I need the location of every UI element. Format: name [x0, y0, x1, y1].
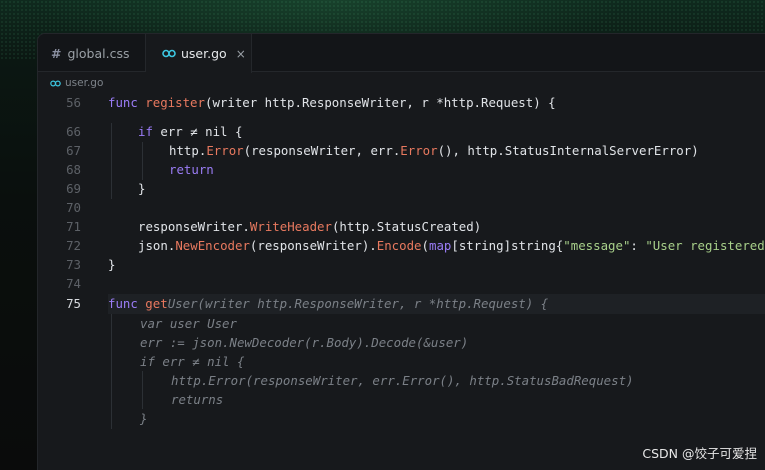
hash-icon: # [51, 45, 62, 61]
function-name: Error [400, 143, 438, 158]
watermark: CSDN @饺子可爱捏 [642, 446, 757, 461]
ai-suggestion-line: var user User [140, 316, 237, 331]
code-text: [string]string{ [451, 238, 564, 253]
line-number: 56 [66, 95, 81, 110]
code-line-68[interactable]: return [169, 160, 214, 179]
code-text: (responseWriter). [249, 238, 377, 253]
code-line-56[interactable]: func register(writer http.ResponseWriter… [108, 93, 556, 112]
line-number: 69 [66, 181, 81, 196]
code-text: (responseWriter, err. [243, 143, 401, 158]
line-number: 73 [66, 257, 81, 272]
ai-suggestion-text: User(writer http.ResponseWriter, r *http… [167, 296, 549, 311]
indent-guide [111, 123, 112, 199]
line-number: 68 [66, 162, 81, 177]
indent-guide [142, 371, 143, 409]
code-text: : [630, 238, 646, 253]
line-number: 67 [66, 143, 81, 158]
code-line-72[interactable]: json.NewEncoder(responseWriter).Encode(m… [138, 236, 765, 255]
line-number: 72 [66, 238, 81, 253]
code-line-69[interactable]: } [138, 179, 145, 198]
keyword: map [428, 238, 452, 253]
code-text: (), http.StatusInternalServerError) [437, 143, 699, 158]
tab-user-go[interactable]: user.go × [146, 34, 252, 73]
indent-guide [142, 142, 143, 180]
function-name: Encode [376, 238, 422, 253]
code-line-66[interactable]: if err ≠ nil { [138, 122, 242, 141]
go-file-icon [50, 80, 61, 87]
close-icon[interactable]: × [236, 47, 246, 61]
function-name: Error [206, 143, 244, 158]
code-text: json. [138, 238, 176, 253]
code-text: err ≠ nil { [152, 124, 243, 139]
keyword: return [169, 162, 214, 177]
line-number: 71 [66, 219, 81, 234]
string-literal: "User registered [645, 238, 765, 253]
tab-label: global.css [67, 45, 130, 61]
code-text: responseWriter. [138, 219, 250, 234]
code-line-71[interactable]: responseWriter.WriteHeader(http.StatusCr… [138, 217, 481, 236]
function-name: WriteHeader [249, 219, 332, 234]
code-line-73[interactable]: } [108, 255, 115, 274]
line-number: 74 [66, 276, 81, 291]
ai-suggestion-line: http.Error(responseWriter, err.Error(), … [171, 373, 634, 388]
breadcrumb-label: user.go [65, 77, 104, 89]
code-text: http. [169, 143, 207, 158]
tab-bar: # global.css user.go × [38, 34, 765, 73]
code-line-67[interactable]: http.Error(responseWriter, err.Error(), … [169, 141, 699, 160]
line-number-active: 75 [66, 296, 81, 311]
code-text: (http.StatusCreated) [331, 219, 482, 234]
ai-suggestion-line: returns [171, 392, 224, 407]
tab-global-css[interactable]: # global.css [38, 34, 146, 72]
keyword: if [138, 124, 153, 139]
function-name: get [137, 296, 168, 311]
keyword: func [108, 95, 138, 110]
function-name: register [137, 95, 205, 110]
editor-window: # global.css user.go × user.go 56 66 67 … [37, 33, 765, 470]
code-line-75[interactable]: func getUser(writer http.ResponseWriter,… [108, 294, 548, 313]
keyword: func [108, 296, 138, 311]
breadcrumb[interactable]: user.go [50, 76, 103, 90]
string-literal: "message" [563, 238, 631, 253]
code-text: } [138, 181, 146, 196]
function-name: NewEncoder [175, 238, 250, 253]
line-number: 70 [66, 200, 81, 215]
ai-suggestion-line: } [140, 411, 148, 426]
go-file-icon [162, 49, 176, 58]
ai-suggestion-line: if err ≠ nil { [140, 354, 245, 369]
code-text: ( [421, 238, 429, 253]
line-number: 66 [66, 124, 81, 139]
tab-label: user.go [181, 46, 227, 61]
indent-guide [111, 314, 112, 429]
code-text: (writer http.ResponseWriter, r *http.Req… [204, 95, 556, 110]
ai-suggestion-line: err := json.NewDecoder(r.Body).Decode(&u… [140, 335, 469, 350]
code-text: } [108, 257, 116, 272]
